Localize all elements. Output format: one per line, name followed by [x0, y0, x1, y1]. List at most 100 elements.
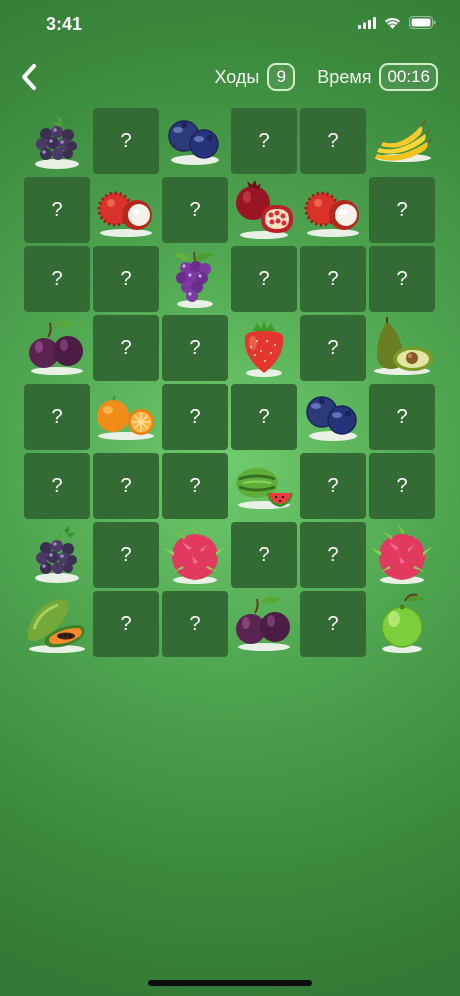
- card-hidden[interactable]: ?: [300, 315, 366, 381]
- blackberry-icon: [35, 526, 79, 583]
- question-mark: ?: [327, 612, 339, 635]
- home-indicator: [148, 980, 312, 986]
- card-hidden[interactable]: ?: [24, 177, 90, 243]
- question-mark: ?: [258, 129, 270, 152]
- card-hidden[interactable]: ?: [93, 591, 159, 657]
- card-hidden[interactable]: ?: [93, 108, 159, 174]
- question-mark: ?: [327, 267, 339, 290]
- question-mark: ?: [327, 129, 339, 152]
- card-hidden[interactable]: ?: [24, 384, 90, 450]
- moves-counter: 9: [267, 63, 296, 91]
- plum-icon: [235, 595, 291, 652]
- card-papaya[interactable]: [24, 591, 90, 657]
- card-hidden[interactable]: ?: [162, 315, 228, 381]
- card-dragonfruit[interactable]: [162, 522, 228, 588]
- blueberry-icon: [168, 120, 220, 166]
- question-mark: ?: [120, 336, 132, 359]
- question-mark: ?: [51, 405, 63, 428]
- card-hidden[interactable]: ?: [162, 177, 228, 243]
- rambutan-icon: [304, 191, 361, 239]
- time-label: Время: [317, 66, 372, 87]
- avocado-icon: [373, 316, 434, 376]
- card-hidden[interactable]: ?: [369, 246, 435, 312]
- question-mark: ?: [51, 267, 63, 290]
- card-hidden[interactable]: ?: [231, 384, 297, 450]
- card-hidden[interactable]: ?: [93, 453, 159, 519]
- question-mark: ?: [120, 543, 132, 566]
- question-mark: ?: [51, 474, 63, 497]
- grapes-icon: [173, 251, 215, 309]
- blackberry-icon: [35, 112, 79, 169]
- question-mark: ?: [120, 474, 132, 497]
- card-avocado[interactable]: [369, 315, 435, 381]
- card-hidden[interactable]: ?: [93, 246, 159, 312]
- question-mark: ?: [189, 336, 201, 359]
- card-hidden[interactable]: ?: [93, 315, 159, 381]
- card-grapes[interactable]: [162, 246, 228, 312]
- card-hidden[interactable]: ?: [369, 453, 435, 519]
- blueberry-icon: [306, 396, 358, 442]
- question-mark: ?: [189, 612, 201, 635]
- card-dragonfruit[interactable]: [369, 522, 435, 588]
- strawberry-icon: [244, 321, 284, 377]
- back-button[interactable]: [14, 60, 44, 94]
- card-watermelon[interactable]: [231, 453, 297, 519]
- card-grid: ?????????????????????????????: [24, 108, 435, 657]
- question-mark: ?: [189, 198, 201, 221]
- card-hidden[interactable]: ?: [162, 591, 228, 657]
- card-strawberry[interactable]: [231, 315, 297, 381]
- card-blueberry[interactable]: [300, 384, 366, 450]
- card-hidden[interactable]: ?: [24, 246, 90, 312]
- wifi-icon: [384, 16, 401, 34]
- papaya-icon: [26, 597, 87, 655]
- card-hidden[interactable]: ?: [369, 177, 435, 243]
- timer: 00:16: [379, 63, 438, 91]
- battery-icon: [409, 16, 436, 34]
- card-hidden[interactable]: ?: [162, 384, 228, 450]
- card-guava[interactable]: [369, 591, 435, 657]
- card-hidden[interactable]: ?: [231, 246, 297, 312]
- card-hidden[interactable]: ?: [300, 522, 366, 588]
- moves-label: Ходы: [214, 66, 260, 87]
- card-hidden[interactable]: ?: [300, 453, 366, 519]
- watermelon-icon: [234, 466, 295, 511]
- card-hidden[interactable]: ?: [162, 453, 228, 519]
- question-mark: ?: [120, 267, 132, 290]
- card-plum[interactable]: [24, 315, 90, 381]
- pomegranate-icon: [236, 180, 293, 239]
- card-hidden[interactable]: ?: [93, 522, 159, 588]
- question-mark: ?: [396, 267, 408, 290]
- card-rambutan[interactable]: [300, 177, 366, 243]
- rambutan-icon: [97, 191, 154, 239]
- status-bar: 3:41: [0, 0, 460, 50]
- card-blackberry[interactable]: [24, 108, 90, 174]
- card-hidden[interactable]: ?: [231, 522, 297, 588]
- card-hidden[interactable]: ?: [231, 108, 297, 174]
- question-mark: ?: [396, 474, 408, 497]
- question-mark: ?: [120, 129, 132, 152]
- question-mark: ?: [189, 405, 201, 428]
- card-hidden[interactable]: ?: [300, 108, 366, 174]
- orange-icon: [96, 395, 155, 441]
- question-mark: ?: [396, 198, 408, 221]
- card-rambutan[interactable]: [93, 177, 159, 243]
- question-mark: ?: [327, 336, 339, 359]
- signal-icon: [358, 16, 376, 34]
- card-blueberry[interactable]: [162, 108, 228, 174]
- card-plum[interactable]: [231, 591, 297, 657]
- card-hidden[interactable]: ?: [24, 453, 90, 519]
- card-orange[interactable]: [93, 384, 159, 450]
- card-hidden[interactable]: ?: [369, 384, 435, 450]
- game-stats: Ходы 9 Время 00:16: [214, 63, 438, 91]
- card-blackberry[interactable]: [24, 522, 90, 588]
- card-hidden[interactable]: ?: [300, 246, 366, 312]
- card-hidden[interactable]: ?: [300, 591, 366, 657]
- question-mark: ?: [189, 474, 201, 497]
- card-banana[interactable]: [369, 108, 435, 174]
- question-mark: ?: [258, 405, 270, 428]
- plum-icon: [28, 319, 84, 376]
- question-mark: ?: [258, 543, 270, 566]
- card-pomegranate[interactable]: [231, 177, 297, 243]
- guava-icon: [381, 593, 426, 654]
- question-mark: ?: [396, 405, 408, 428]
